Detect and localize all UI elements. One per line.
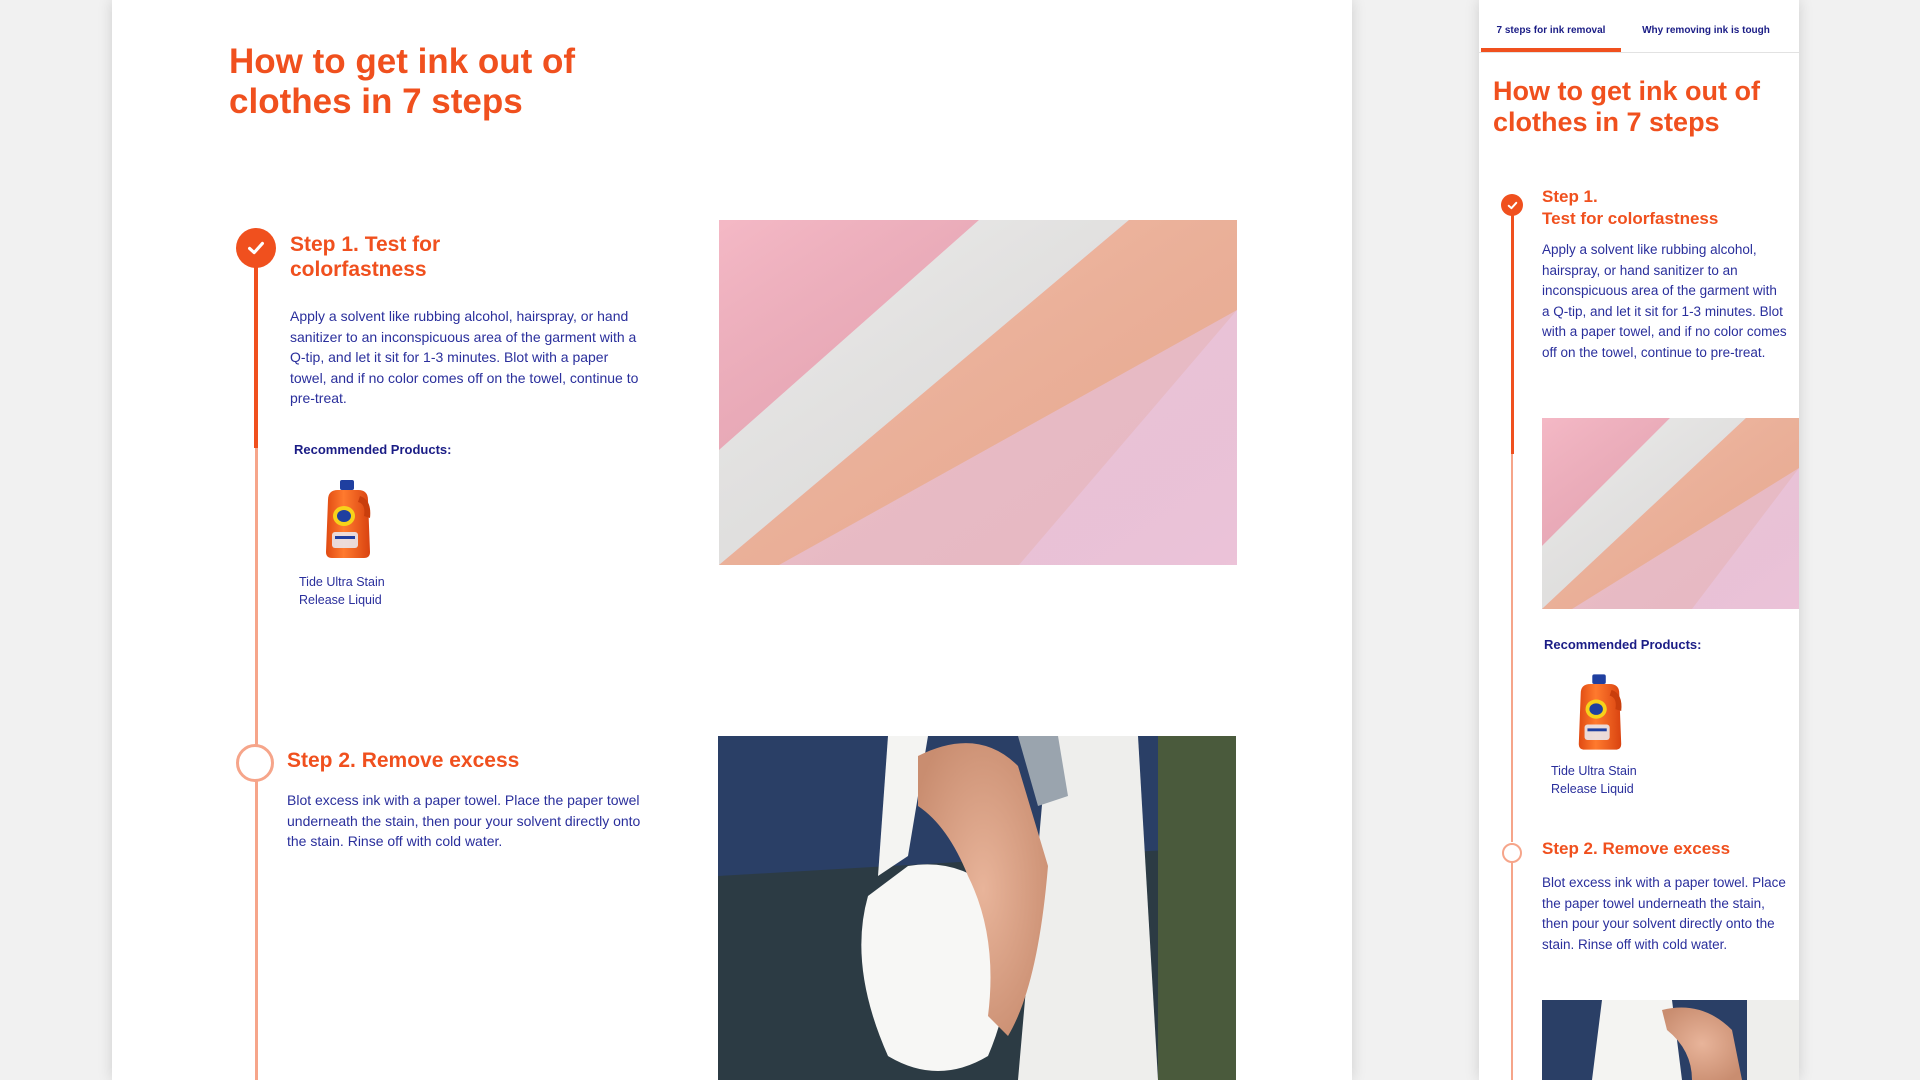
checkmark-icon	[248, 241, 264, 255]
step-1-description: Apply a solvent like rubbing alcohol, ha…	[290, 308, 639, 406]
step-1-title: Step 1. Test for colorfastness	[290, 233, 441, 281]
detergent-bottle-icon[interactable]	[1573, 672, 1627, 752]
timeline-line	[1511, 454, 1513, 842]
pastel-fabric-photo	[1542, 418, 1799, 609]
desktop-article-view: How to get ink out of clothes in 7 steps…	[112, 0, 1352, 1080]
paper-towel-blotting-photo	[1542, 1000, 1799, 1080]
mobile-article-view: 7 steps for ink removal Why removing ink…	[1479, 0, 1799, 1080]
tab-7-steps[interactable]: 7 steps for ink removal	[1481, 16, 1621, 52]
step-1-title: Test for colorfastness	[1542, 209, 1719, 228]
step-2-marker	[1502, 843, 1522, 863]
page-title: How to get ink out of clothes in 7 steps	[229, 42, 576, 121]
step-2-description: Blot excess ink with a paper towel. Plac…	[287, 792, 641, 849]
step-1-description: Apply a solvent like rubbing alcohol, ha…	[1542, 242, 1787, 360]
timeline-progress-line	[254, 262, 258, 448]
recommended-products-label: Recommended Products:	[294, 442, 452, 457]
article-tab-bar: 7 steps for ink removal Why removing ink…	[1479, 0, 1799, 53]
detergent-bottle-icon[interactable]	[320, 478, 376, 560]
product-name-link[interactable]: Tide Ultra Stain Release Liquid	[1551, 763, 1661, 798]
step-2-description: Blot excess ink with a paper towel. Plac…	[1542, 875, 1786, 952]
pastel-fabric-photo	[719, 220, 1237, 565]
paper-towel-blotting-photo	[718, 736, 1236, 1080]
step-1-completed-marker	[1501, 194, 1523, 216]
product-name-link[interactable]: Tide Ultra Stain Release Liquid	[299, 574, 409, 609]
step-2-title: Step 2. Remove excess	[287, 749, 520, 772]
timeline-line	[1511, 862, 1513, 1080]
step-2-marker	[236, 744, 274, 782]
checkmark-icon	[1507, 201, 1517, 209]
page-title: How to get ink out of clothes in 7 steps	[1493, 76, 1760, 137]
tab-why-tough[interactable]: Why removing ink is tough	[1631, 16, 1781, 52]
step-1-number: Step 1.	[1542, 187, 1598, 206]
step-2-title: Step 2. Remove excess	[1542, 839, 1731, 858]
step-1-completed-marker	[236, 228, 276, 268]
recommended-products-label: Recommended Products:	[1544, 637, 1702, 652]
timeline-line	[255, 448, 258, 748]
timeline-line	[255, 778, 258, 1080]
timeline-progress-line	[1511, 212, 1514, 454]
